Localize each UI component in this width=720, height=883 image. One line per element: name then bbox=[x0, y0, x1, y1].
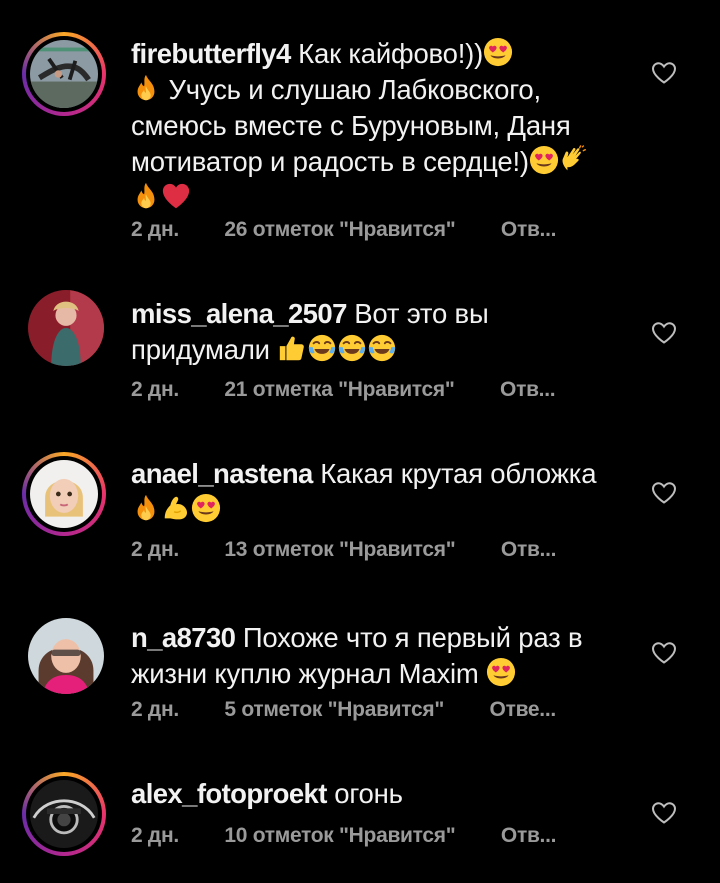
comment-meta: 2 дн. 26 отметок "Нравится" Отв... bbox=[131, 218, 556, 242]
flexed-biceps-emoji bbox=[161, 493, 191, 523]
timestamp: 2 дн. bbox=[131, 698, 179, 721]
fire-emoji bbox=[131, 181, 161, 211]
like-heart-icon[interactable] bbox=[651, 321, 677, 345]
likes-count-link[interactable]: 10 отметок "Нравится" bbox=[224, 824, 455, 848]
clapping-hand-emoji bbox=[559, 145, 589, 175]
comment-meta: 2 дн. 5 отметок "Нравится" Отве... bbox=[131, 698, 556, 722]
comment-body: огонь bbox=[334, 778, 403, 809]
comment-text: n_a8730 Похоже что я первый раз в жизни … bbox=[131, 620, 621, 692]
heart-eyes-emoji bbox=[191, 493, 221, 523]
reply-button[interactable]: Отв... bbox=[501, 824, 557, 848]
comment-body: Как кайфово!)) bbox=[298, 38, 484, 69]
comment-text: alex_fotoproekt огонь bbox=[131, 776, 621, 812]
like-heart-icon[interactable] bbox=[651, 801, 677, 825]
reply-button[interactable]: Отв... bbox=[501, 218, 557, 242]
avatar[interactable] bbox=[30, 780, 98, 848]
likes-count-link[interactable]: 21 отметка "Нравится" bbox=[224, 378, 454, 402]
username-link[interactable]: miss_alena_2507 bbox=[131, 298, 347, 329]
avatar-ring[interactable] bbox=[28, 290, 104, 366]
tears-of-joy-emoji bbox=[307, 333, 337, 363]
like-heart-icon[interactable] bbox=[651, 61, 677, 85]
thumbs-up-emoji bbox=[277, 333, 307, 363]
red-heart-emoji bbox=[161, 181, 191, 211]
avatar-story-ring[interactable] bbox=[22, 32, 106, 116]
avatar[interactable] bbox=[30, 40, 98, 108]
avatar-ring[interactable] bbox=[28, 618, 104, 694]
comment-meta: 2 дн. 10 отметок "Нравится" Отв... bbox=[131, 824, 556, 848]
avatar[interactable] bbox=[28, 618, 104, 694]
username-link[interactable]: alex_fotoproekt bbox=[131, 778, 327, 809]
comment-body: Учусь и слушаю Лабковского, смеюсь вмест… bbox=[131, 74, 571, 177]
avatar-story-ring[interactable] bbox=[22, 772, 106, 856]
like-heart-icon[interactable] bbox=[651, 641, 677, 665]
likes-count-link[interactable]: 26 отметок "Нравится" bbox=[224, 218, 455, 242]
avatar[interactable] bbox=[30, 460, 98, 528]
comment-text: anael_nastena Какая крутая обложка bbox=[131, 456, 621, 528]
timestamp: 2 дн. bbox=[131, 218, 179, 241]
likes-count-link[interactable]: 13 отметок "Нравится" bbox=[224, 538, 455, 562]
comment-text: firebutterfly4 Как кайфово!)) Учусь и сл… bbox=[131, 36, 621, 216]
likes-count-link[interactable]: 5 отметок "Нравится" bbox=[224, 698, 444, 722]
tears-of-joy-emoji bbox=[367, 333, 397, 363]
avatar[interactable] bbox=[28, 290, 104, 366]
comment-text: miss_alena_2507 Вот это вы придумали bbox=[131, 296, 621, 368]
heart-eyes-emoji bbox=[483, 37, 513, 67]
comment-meta: 2 дн. 13 отметок "Нравится" Отв... bbox=[131, 538, 556, 562]
timestamp: 2 дн. bbox=[131, 824, 179, 847]
avatar-story-ring[interactable] bbox=[22, 452, 106, 536]
timestamp: 2 дн. bbox=[131, 538, 179, 561]
reply-button[interactable]: Отве... bbox=[490, 698, 557, 722]
fire-emoji bbox=[131, 493, 161, 523]
comment-meta: 2 дн. 21 отметка "Нравится" Отв... bbox=[131, 378, 556, 402]
username-link[interactable]: anael_nastena bbox=[131, 458, 313, 489]
fire-emoji bbox=[131, 73, 161, 103]
username-link[interactable]: n_a8730 bbox=[131, 622, 236, 653]
tears-of-joy-emoji bbox=[337, 333, 367, 363]
username-link[interactable]: firebutterfly4 bbox=[131, 38, 291, 69]
like-heart-icon[interactable] bbox=[651, 481, 677, 505]
heart-eyes-emoji bbox=[529, 145, 559, 175]
heart-eyes-emoji bbox=[486, 657, 516, 687]
timestamp: 2 дн. bbox=[131, 378, 179, 401]
reply-button[interactable]: Отв... bbox=[501, 538, 557, 562]
comment-body: Какая крутая обложка bbox=[320, 458, 597, 489]
reply-button[interactable]: Отв... bbox=[500, 378, 556, 402]
